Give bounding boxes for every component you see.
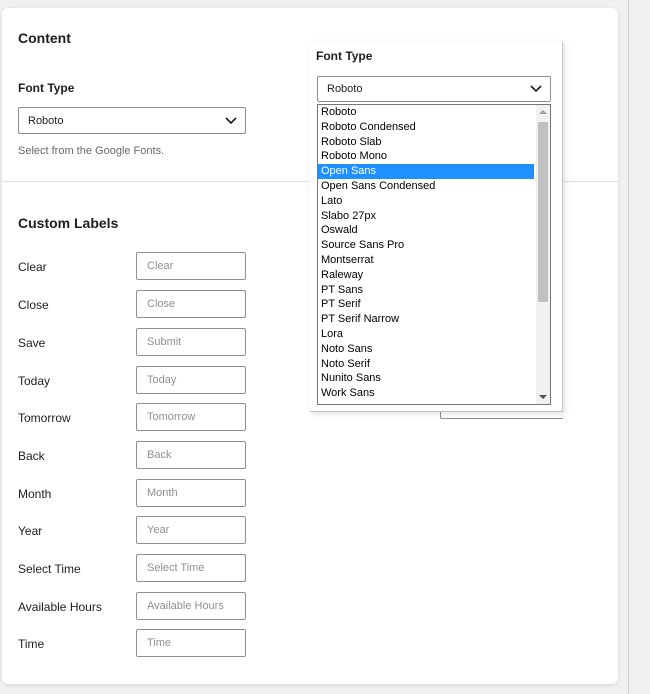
font-type-label: Font Type [18,81,75,95]
save-label: Save [18,336,46,350]
font-option[interactable]: Slabo 27px [318,209,534,224]
close-label: Close [18,298,49,312]
scroll-up-arrow-icon[interactable] [539,110,547,114]
font-option[interactable]: Roboto Slab [318,135,534,150]
options-scrollbar[interactable] [536,105,550,404]
font-option[interactable]: Nunito Sans [318,371,534,386]
chevron-down-icon [225,116,237,124]
window-edge [628,0,629,694]
font-option[interactable]: Open Sans [318,164,534,179]
available-hours-input[interactable]: Available Hours [136,592,246,620]
scroll-down-arrow-icon[interactable] [539,395,547,399]
back-input[interactable]: Back [136,441,246,469]
dropdown-font-select[interactable]: Roboto [317,76,551,102]
content-section-title: Content [18,30,71,46]
font-type-select[interactable]: Roboto [18,107,246,134]
font-option[interactable]: Lato [318,194,534,209]
font-option[interactable]: Oswald [318,223,534,238]
chevron-down-icon [530,85,542,93]
font-option[interactable]: Roboto Condensed [318,120,534,135]
close-input[interactable]: Close [136,290,246,318]
tomorrow-input[interactable]: Tomorrow [136,403,246,431]
tomorrow-label: Tomorrow [18,411,71,425]
font-option[interactable]: Montserrat [318,253,534,268]
save-input[interactable]: Submit [136,328,246,356]
font-option[interactable]: Lora [318,327,534,342]
time-label: Time [18,637,45,651]
font-option[interactable]: Noto Serif [318,357,534,372]
font-dropdown-panel: Font Type Roboto Roboto Roboto Condensed R… [310,42,563,412]
font-help-text: Select from the Google Fonts. [18,145,165,157]
font-option[interactable]: Noto Sans [318,342,534,357]
font-option[interactable]: Work Sans [318,386,534,401]
scrollbar-thumb[interactable] [538,122,548,302]
font-option[interactable]: PT Sans [318,283,534,298]
available-hours-label: Available Hours [18,600,102,614]
font-options-list[interactable]: Roboto Roboto Condensed Roboto Slab Roboto … [317,104,551,405]
font-option[interactable]: PT Serif Narrow [318,312,534,327]
month-input[interactable]: Month [136,479,246,507]
font-option[interactable]: Raleway [318,268,534,283]
select-time-input[interactable]: Select Time [136,554,246,582]
month-label: Month [18,487,52,501]
dropdown-select-value: Roboto [327,83,363,95]
select-time-label: Select Time [18,562,81,576]
font-option[interactable]: Roboto Mono [318,149,534,164]
time-input[interactable]: Time [136,629,246,657]
back-label: Back [18,449,45,463]
font-option[interactable]: PT Serif [318,297,534,312]
font-type-select-value: Roboto [28,114,64,127]
font-option[interactable]: Source Sans Pro [318,238,534,253]
font-option[interactable]: Open Sans Condensed [318,179,534,194]
custom-labels-title: Custom Labels [18,215,119,231]
clear-input[interactable]: Clear [136,252,246,280]
font-option[interactable]: Roboto [318,105,534,120]
clear-label: Clear [18,260,47,274]
today-input[interactable]: Today [136,366,246,394]
year-label: Year [18,524,43,538]
year-input[interactable]: Year [136,516,246,544]
today-label: Today [18,374,51,388]
dropdown-font-type-label: Font Type [316,49,373,63]
